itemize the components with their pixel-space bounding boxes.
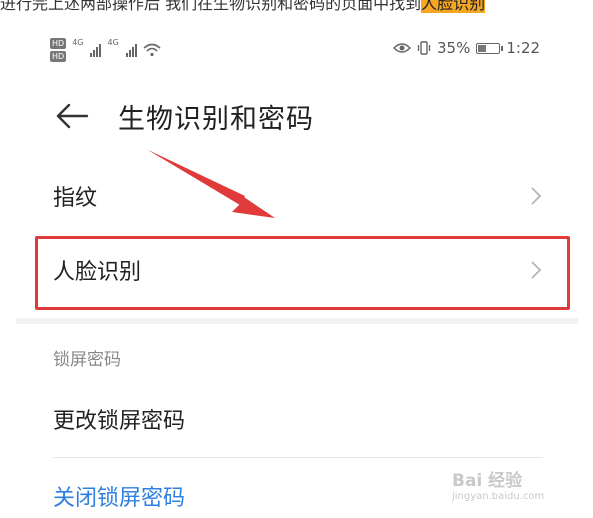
page-header: 生物识别和密码 bbox=[55, 94, 314, 138]
network-type: 4G bbox=[107, 38, 119, 47]
battery-fill bbox=[478, 44, 487, 52]
chevron-right-icon bbox=[531, 187, 542, 205]
back-button[interactable] bbox=[55, 101, 95, 131]
back-arrow-icon bbox=[56, 103, 89, 129]
close-lock-password-link[interactable]: 关闭锁屏密码 bbox=[53, 480, 185, 512]
caption-prefix: 进行完上述两部操作后 我们在生物识别和密码的页面中找到 bbox=[0, 0, 422, 13]
signal-icon bbox=[125, 43, 137, 57]
clock: 1:22 bbox=[506, 39, 541, 57]
row-divider bbox=[53, 457, 543, 458]
hd-badge: HD bbox=[50, 51, 67, 62]
signal-icon bbox=[90, 43, 102, 57]
watermark-url: jingyan.baidu.com bbox=[452, 491, 545, 502]
hd-badge: HD bbox=[50, 38, 67, 49]
status-bar: HD HD 4G 4G 35% 1:22 bbox=[0, 34, 593, 68]
watermark: Bai 经验 jingyan.baidu.com bbox=[452, 466, 544, 502]
status-left: HD HD 4G 4G bbox=[50, 38, 161, 62]
chevron-right-icon bbox=[531, 261, 542, 279]
caption-text: 进行完上述两部操作后 我们在生物识别和密码的页面中找到人脸识别 bbox=[0, 0, 593, 15]
caption-highlight: 人脸识别 bbox=[421, 0, 486, 13]
vibrate-icon bbox=[417, 41, 431, 55]
watermark-brand: Bai 经验 bbox=[452, 471, 523, 491]
face-recognition-label: 人脸识别 bbox=[53, 260, 142, 285]
wifi-icon bbox=[143, 43, 161, 57]
section-divider bbox=[16, 318, 578, 324]
fingerprint-row[interactable]: 指纹 bbox=[53, 176, 543, 216]
lock-section-header: 锁屏密码 bbox=[53, 350, 121, 370]
battery-icon bbox=[476, 42, 504, 54]
network-type: 4G bbox=[72, 38, 84, 47]
hd-badges: HD HD bbox=[50, 38, 67, 62]
face-recognition-row[interactable]: 人脸识别 bbox=[53, 250, 543, 290]
page-title: 生物识别和密码 bbox=[118, 103, 314, 135]
change-lock-password-row[interactable]: 更改锁屏密码 bbox=[53, 403, 185, 435]
fingerprint-label: 指纹 bbox=[53, 186, 98, 211]
battery-percent: 35% bbox=[437, 39, 471, 57]
eye-icon bbox=[393, 43, 411, 53]
status-right: 35% 1:22 bbox=[393, 39, 540, 57]
